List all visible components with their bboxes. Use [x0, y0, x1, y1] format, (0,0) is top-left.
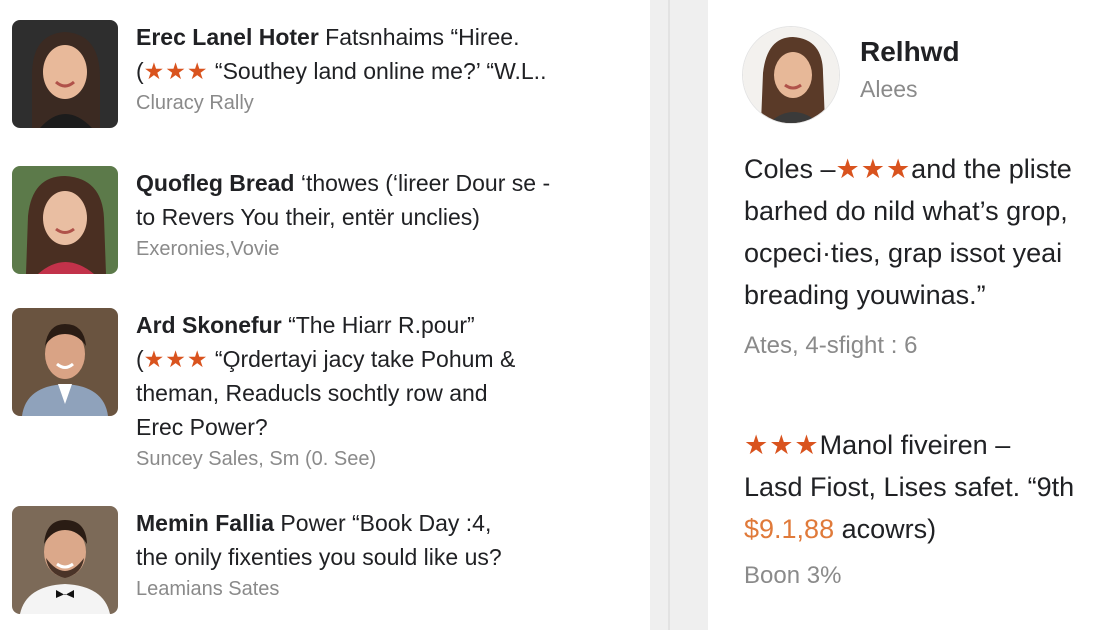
star-rating: ★★★ — [143, 346, 209, 372]
review-text-part: “Southey land online me?’ “W.L.. — [208, 58, 547, 84]
second-review: ★★★Manol fiveiren – Lasd Fiost, Lises sa… — [744, 424, 1074, 550]
quote-line: barhed do nild what’s grop, — [744, 196, 1068, 226]
quote-text-part: and the pliste — [911, 154, 1072, 184]
avatar[interactable] — [12, 308, 118, 416]
review-line: Memin Fallia Power “Book Day :4, — [136, 506, 636, 540]
review-line: theman, Readucls sochtly row and — [136, 380, 488, 406]
review-line: (★★★ “Southey land online me?’ “W.L.. — [136, 54, 636, 88]
review-quote: Coles –★★★and the pliste barhed do nild … — [744, 148, 1072, 316]
review-meta: Exeronies,Vovie — [136, 238, 280, 260]
second-review-line: ★★★Manol fiveiren – — [744, 424, 1074, 466]
review-item[interactable]: Quofleg Bread ‘thowes (‘lireer Dour se -… — [12, 166, 636, 274]
profile-name[interactable]: Relhwd — [860, 36, 960, 68]
review-body: Quofleg Bread ‘thowes (‘lireer Dour se -… — [136, 166, 636, 261]
review-text-part: Power “Book Day :4, — [274, 510, 492, 536]
reviewer-name[interactable]: Ard Skonefur — [136, 312, 282, 338]
review-line: Ard Skonefur “The Hiarr R.pour” — [136, 308, 636, 342]
second-review-text-part: Manol fiveiren – — [819, 430, 1011, 460]
quote-line: ocpeci·ties, grap issot yeai — [744, 238, 1063, 268]
review-text-part: “O̧rdertayi jacy take Pohum & — [208, 346, 516, 372]
star-rating: ★★★ — [835, 154, 912, 184]
star-rating: ★★★ — [143, 58, 209, 84]
review-line: Erec Lanel Hoter Fatsnhaims “Hiree. — [136, 20, 636, 54]
review-list: Erec Lanel Hoter Fatsnhaims “Hiree. (★★★… — [0, 0, 650, 630]
profile-avatar[interactable] — [742, 26, 840, 124]
panel-divider — [650, 0, 708, 630]
review-line: Quofleg Bread ‘thowes (‘lireer Dour se - — [136, 166, 636, 200]
profile-subtitle: Alees — [860, 76, 918, 102]
divider-line — [668, 0, 670, 630]
review-line: Erec Power? — [136, 414, 268, 440]
review-body: Ard Skonefur “The Hiarr R.pour” (★★★ “O̧… — [136, 308, 636, 471]
review-text-part: ( — [136, 346, 144, 372]
avatar[interactable] — [12, 166, 118, 274]
review-text-part: ‘thowes (‘lireer Dour se - — [294, 170, 551, 196]
review-item[interactable]: Ard Skonefur “The Hiarr R.pour” (★★★ “O̧… — [12, 308, 636, 471]
avatar[interactable] — [12, 20, 118, 128]
second-review-line: $9.1,88 acowrs) — [744, 508, 1074, 550]
review-meta: Cluracy Rally — [136, 92, 254, 114]
review-detail-panel: Relhwd Alees Coles –★★★and the pliste ba… — [708, 0, 1120, 630]
review-text-part: ( — [136, 58, 144, 84]
review-body: Memin Fallia Power “Book Day :4, the oni… — [136, 506, 636, 601]
quote-line: breading youwinas.” — [744, 280, 986, 310]
review-line: (★★★ “O̧rdertayi jacy take Pohum & — [136, 342, 636, 376]
quote-text-part: Coles – — [744, 154, 836, 184]
quote-meta: Ates, 4-sfight : 6 — [744, 332, 918, 359]
second-review-text-part: acowrs) — [834, 514, 937, 544]
review-line: the onily fixenties you sould like us? — [136, 544, 502, 570]
reviewer-name[interactable]: Memin Fallia — [136, 510, 274, 536]
review-line: to Revers You their, entër unclies) — [136, 204, 480, 230]
review-text-part: “The Hiarr R.pour” — [281, 312, 475, 338]
quote-line: Coles –★★★and the pliste — [744, 148, 1072, 190]
review-item[interactable]: Memin Fallia Power “Book Day :4, the oni… — [12, 506, 636, 614]
reviewer-name[interactable]: Quofleg Bread — [136, 170, 294, 196]
price-value: $9.1,88 — [744, 514, 835, 544]
star-rating: ★★★ — [744, 430, 820, 460]
review-meta: Leamians Sates — [136, 578, 280, 600]
reviewer-name[interactable]: Erec Lanel Hoter — [136, 24, 319, 50]
second-review-line: Lasd Fiost, Lises safet. “9th — [744, 472, 1075, 502]
second-review-meta: Boon 3% — [744, 562, 842, 589]
review-body: Erec Lanel Hoter Fatsnhaims “Hiree. (★★★… — [136, 20, 636, 115]
screen: Erec Lanel Hoter Fatsnhaims “Hiree. (★★★… — [0, 0, 1120, 630]
avatar[interactable] — [12, 506, 118, 614]
review-text-part: Fatsnhaims “Hiree. — [318, 24, 520, 50]
review-item[interactable]: Erec Lanel Hoter Fatsnhaims “Hiree. (★★★… — [12, 20, 636, 128]
review-meta: Suncey Sales, Sm (0. See) — [136, 448, 377, 470]
